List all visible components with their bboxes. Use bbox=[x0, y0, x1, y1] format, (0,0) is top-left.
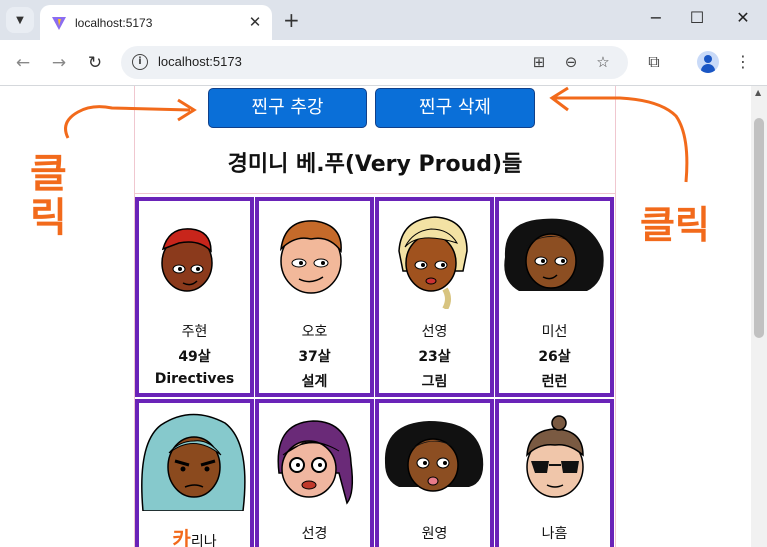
friend-desc: 런런 bbox=[541, 374, 568, 390]
friend-desc: 그림 bbox=[421, 374, 448, 390]
friend-name: 원영 bbox=[421, 526, 448, 542]
click-annotation-left: 클릭 bbox=[30, 151, 67, 241]
avatar bbox=[526, 415, 584, 498]
avatar bbox=[504, 218, 604, 291]
friend-age: 37살 bbox=[298, 349, 331, 365]
vite-logo-icon bbox=[52, 16, 66, 30]
friend-name: 오호 bbox=[301, 324, 328, 340]
friend-card[interactable]: 카리나 bbox=[135, 399, 254, 547]
friend-name: 카리나 bbox=[139, 523, 250, 547]
friend-card[interactable]: 원영 bbox=[375, 399, 494, 547]
scroll-up-icon[interactable]: ▲ bbox=[755, 88, 761, 97]
delete-friend-button[interactable]: 찐구 삭제 bbox=[375, 88, 535, 128]
friend-age: 26살 bbox=[538, 349, 571, 365]
friend-age: 23살 bbox=[418, 349, 451, 365]
friend-card[interactable]: 나흠 bbox=[495, 399, 614, 547]
translate-icon[interactable]: ⊞ bbox=[529, 53, 549, 71]
name-prefix: 카 bbox=[172, 527, 191, 547]
reload-icon[interactable]: ↻ bbox=[85, 53, 105, 73]
tab-title: localhost:5173 bbox=[75, 15, 153, 30]
add-friend-button[interactable]: 찐구 추강 bbox=[208, 88, 367, 128]
friend-desc: 설계 bbox=[301, 374, 328, 390]
friend-name: 미선 bbox=[541, 324, 568, 340]
browser-tab[interactable]: localhost:5173 ✕ bbox=[40, 5, 272, 40]
browser-toolbar: ← → ↻ i localhost:5173 ⊞ ⊖ ☆ ⧉ ⋮ bbox=[0, 40, 767, 86]
plus-icon[interactable]: + bbox=[283, 8, 300, 32]
puzzle-icon[interactable]: ⧉ bbox=[643, 52, 665, 72]
avatar bbox=[161, 228, 213, 292]
page-title: 경미니 베.푸(Very Proud)들 bbox=[227, 152, 523, 177]
click-annotation-right: 클릭 bbox=[640, 203, 710, 247]
app-container: 찐구 추강 찐구 삭제 경미니 베.푸(Very Proud)들 주현 49살 … bbox=[134, 86, 616, 547]
url-text[interactable]: localhost:5173 bbox=[158, 54, 242, 69]
avatar bbox=[398, 216, 468, 309]
arrow-right-icon[interactable]: → bbox=[49, 53, 69, 73]
friend-grid: 주현 49살 Directives 오호 37살 설계 선영 23살 그림 미선… bbox=[135, 193, 615, 547]
page-viewport: 찐구 추강 찐구 삭제 경미니 베.푸(Very Proud)들 주현 49살 … bbox=[0, 86, 751, 547]
friend-card[interactable]: 오호 37살 설계 bbox=[255, 197, 374, 397]
avatar bbox=[384, 421, 484, 492]
info-icon[interactable]: i bbox=[132, 54, 148, 70]
avatar bbox=[141, 413, 246, 511]
chevron-down-icon: ▼ bbox=[16, 14, 24, 26]
friend-card[interactable]: 미선 26살 런런 bbox=[495, 197, 614, 397]
friend-name: 선경 bbox=[301, 526, 328, 542]
zoom-icon[interactable]: ⊖ bbox=[561, 53, 581, 71]
friend-name: 주현 bbox=[181, 324, 208, 340]
avatar bbox=[277, 420, 354, 505]
avatar[interactable] bbox=[697, 51, 719, 73]
tab-search-button[interactable]: ▼ bbox=[6, 7, 34, 33]
friend-card[interactable]: 주현 49살 Directives bbox=[135, 197, 254, 397]
friend-card[interactable]: 선영 23살 그림 bbox=[375, 197, 494, 397]
friend-card[interactable]: 선경 bbox=[255, 399, 374, 547]
friend-age: 49살 bbox=[178, 349, 211, 365]
tab-strip: ▼ localhost:5173 ✕ + − ☐ ✕ bbox=[0, 0, 767, 40]
address-bar[interactable]: i localhost:5173 ⊞ ⊖ ☆ bbox=[121, 46, 628, 79]
avatar bbox=[279, 220, 342, 294]
kebab-menu-icon[interactable]: ⋮ bbox=[732, 52, 754, 71]
scrollbar[interactable]: ▲ bbox=[751, 86, 767, 547]
friend-desc: Directives bbox=[154, 371, 235, 387]
friend-name: 선영 bbox=[421, 324, 448, 340]
close-icon[interactable]: ✕ bbox=[733, 8, 753, 27]
close-icon[interactable]: ✕ bbox=[246, 13, 264, 31]
star-icon[interactable]: ☆ bbox=[593, 53, 613, 71]
arrow-left-icon[interactable]: ← bbox=[13, 53, 33, 73]
minimize-icon[interactable]: − bbox=[646, 8, 666, 27]
scrollbar-thumb[interactable] bbox=[754, 118, 764, 338]
maximize-icon[interactable]: ☐ bbox=[687, 8, 707, 27]
friend-name: 나흠 bbox=[541, 526, 568, 542]
friend-name-text: 리나 bbox=[190, 534, 217, 547]
